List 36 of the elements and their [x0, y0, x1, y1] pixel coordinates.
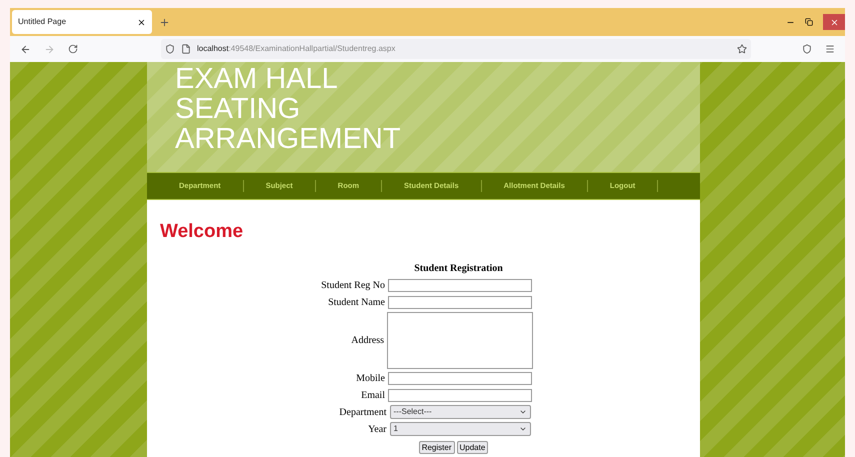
- reload-icon[interactable]: [68, 44, 78, 54]
- url-text: localhost:49548/ExaminationHallpartial/Studentreg.aspx: [197, 43, 396, 55]
- text-field[interactable]: [388, 372, 532, 384]
- welcome-heading: Welcome: [160, 220, 244, 244]
- chevron-down-icon: [518, 408, 526, 416]
- field-label: Mobile: [355, 372, 385, 386]
- form-button[interactable]: Update: [456, 440, 488, 454]
- address-field[interactable]: [387, 312, 533, 368]
- site-title-line: EXAM HALL: [175, 64, 339, 94]
- field-label: Department: [338, 406, 386, 420]
- menu-icon[interactable]: [825, 44, 835, 54]
- shield-icon: [165, 44, 175, 54]
- field-label: Student Reg No: [320, 278, 385, 292]
- site-title-line: SEATING: [175, 94, 302, 124]
- field-label: Year: [367, 422, 386, 436]
- text-field[interactable]: [388, 296, 532, 308]
- dropdown[interactable]: ---Select---: [390, 405, 530, 419]
- star-icon[interactable]: [737, 44, 747, 54]
- back-icon[interactable]: [20, 44, 31, 54]
- site-title-line: ARRANGEMENT: [175, 124, 402, 154]
- close-icon[interactable]: [137, 18, 146, 26]
- page-icon: [181, 44, 191, 54]
- text-field[interactable]: [388, 278, 532, 292]
- address-bar[interactable]: localhost:49548/ExaminationHallpartial/Studentreg.aspx: [161, 39, 751, 59]
- field-label: Address: [350, 334, 384, 348]
- form-title: Student Registration: [414, 262, 503, 276]
- chevron-down-icon: [518, 425, 526, 433]
- browser-tab[interactable]: Untitled Page: [12, 10, 152, 34]
- new-tab-icon[interactable]: [159, 16, 170, 28]
- field-label: Student Name: [327, 296, 385, 310]
- dropdown[interactable]: 1: [390, 422, 530, 436]
- text-field[interactable]: [388, 388, 532, 402]
- form-button[interactable]: Register: [418, 440, 454, 454]
- field-label: Email: [360, 388, 385, 402]
- restore-icon[interactable]: [805, 18, 813, 26]
- close-icon: [830, 18, 838, 26]
